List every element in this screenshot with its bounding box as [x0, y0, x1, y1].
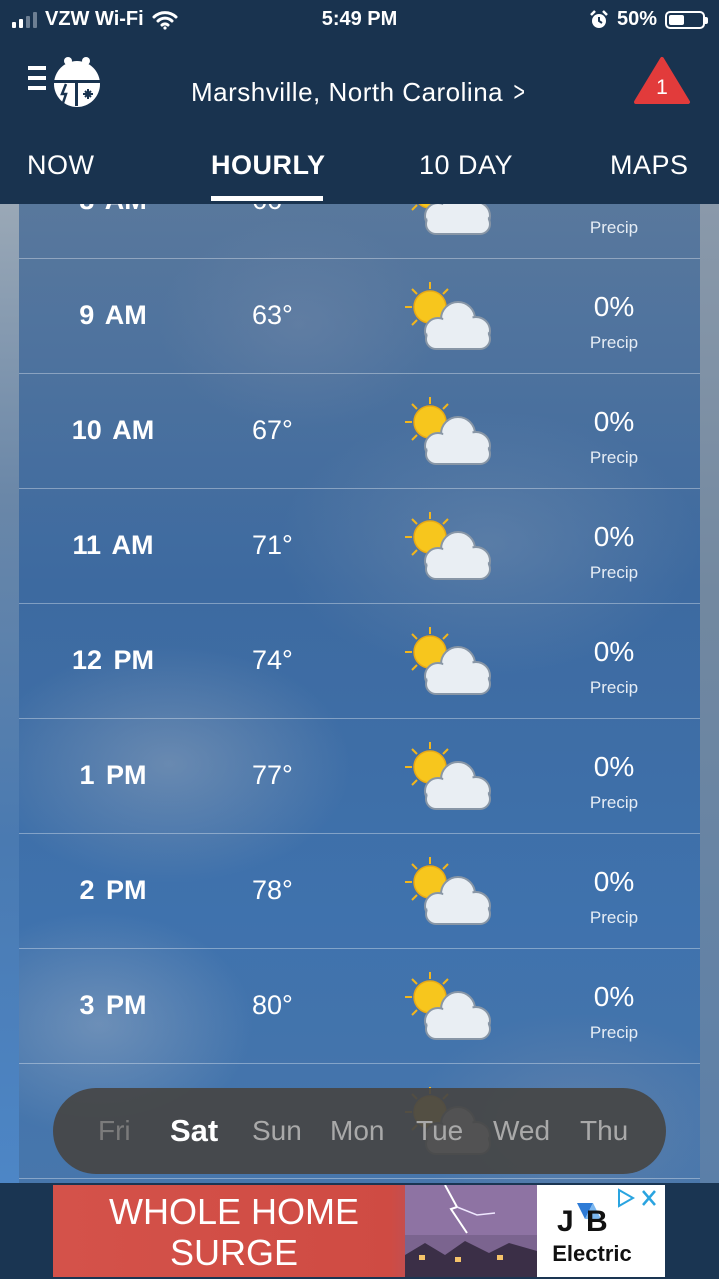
hour-precip-value: 0% [593, 291, 635, 322]
tab-bar: NOW HOURLY 10 DAY MAPS [0, 146, 719, 204]
partly-cloudy-icon [405, 742, 491, 810]
app-header: Marshville, North Carolina > 1 NOW HOURLY… [0, 40, 719, 204]
tab-now[interactable]: NOW [27, 150, 94, 181]
location-name: Marshville, North Carolina [191, 77, 504, 107]
active-tab-indicator [211, 196, 323, 201]
hour-time: 8 AM [29, 204, 197, 216]
hourly-list[interactable]: 8 AM 66° [19, 204, 700, 1183]
day-tue[interactable]: Tue [416, 1115, 463, 1147]
tab-maps[interactable]: MAPS [610, 150, 689, 181]
hour-time: 2 PM [79, 875, 147, 905]
hour-temperature: 63° [252, 300, 293, 330]
hourly-row[interactable]: 1 PM 77° 0% Precip [19, 719, 700, 834]
hour-precip-label: Precip [589, 333, 639, 352]
hourly-row[interactable]: 3 PM 80° 0% Precip [19, 949, 700, 1064]
day-wed[interactable]: Wed [493, 1115, 550, 1147]
hourly-row[interactable]: 9 AM 63° 0% Precip [19, 259, 700, 374]
hourly-row[interactable]: 2 PM 78° 0% Precip [19, 834, 700, 949]
hour-precip-value: 0% [593, 636, 635, 667]
ad-brand: J B [557, 1205, 610, 1238]
ad-headline-line1: WHOLE HOME [108, 1191, 359, 1232]
ad-company: Electric [552, 1241, 632, 1266]
day-sun[interactable]: Sun [252, 1115, 302, 1147]
hour-temperature: 66° [252, 204, 293, 216]
day-sat[interactable]: Sat [170, 1113, 218, 1149]
hourly-row[interactable]: 12 PM 74° 0% Precip [19, 604, 700, 719]
tab-10-day[interactable]: 10 DAY [419, 150, 513, 181]
chevron-right-icon: > [513, 76, 526, 107]
hour-precip-value: 0% [593, 406, 635, 437]
partly-cloudy-icon [405, 857, 491, 925]
hourly-row[interactable]: 8 AM 66° [19, 204, 700, 259]
ad-banner[interactable]: WHOLE HOME SURGE PROTECTION J B Electric [53, 1185, 665, 1277]
day-mon[interactable]: Mon [330, 1115, 384, 1147]
hour-temperature: 67° [252, 415, 293, 445]
hour-temperature: 77° [252, 760, 293, 790]
ad-logo: J B Electric [537, 1185, 665, 1277]
alarm-clock-icon [590, 9, 608, 28]
hour-temperature: 78° [252, 875, 293, 905]
hour-time: 10 AM [71, 415, 155, 445]
location-selector[interactable]: Marshville, North Carolina > [0, 76, 719, 108]
hour-precip-value: 0% [593, 866, 635, 897]
ad-area: WHOLE HOME SURGE PROTECTION J B Electric [0, 1183, 719, 1279]
partly-cloudy-icon [411, 204, 491, 235]
hour-temperature: 71° [252, 530, 293, 560]
hour-precip-label: Precip [589, 793, 639, 812]
partly-cloudy-icon [405, 512, 491, 580]
partly-cloudy-icon [405, 627, 491, 695]
ad-choices-icon[interactable] [613, 1187, 663, 1209]
hour-precip-value: 0% [593, 521, 635, 552]
partly-cloudy-icon [405, 972, 491, 1040]
hour-time: 1 PM [79, 760, 147, 790]
hour-time: 3 PM [79, 990, 147, 1020]
hour-temperature: 80° [252, 990, 293, 1020]
lightning-house-image [405, 1185, 537, 1277]
partly-cloudy-icon [405, 282, 491, 350]
hour-precip-label: Precip [589, 563, 639, 582]
battery-percent: 50% [616, 8, 657, 30]
hour-precip-label: Precip [589, 448, 639, 467]
ad-headline-line2: SURGE PROTECTION [116, 1232, 352, 1277]
hourly-row[interactable]: 11 AM 71° 0% Precip [19, 489, 700, 604]
day-fri[interactable]: Fri [98, 1115, 131, 1147]
day-selector: Fri Sat Sun Mon Tue Wed Thu [53, 1088, 666, 1174]
hour-precip-value: 0% [593, 981, 635, 1012]
hour-precip-value: 0% [574, 204, 654, 208]
partly-cloudy-icon [405, 397, 491, 465]
hour-temperature: 74° [252, 645, 293, 675]
hour-precip-value: 0% [593, 751, 635, 782]
alert-count: 1 [656, 76, 668, 99]
hour-precip-label: Precip [589, 218, 639, 237]
hour-time: 11 AM [72, 530, 154, 560]
hourly-content[interactable]: 8 AM 66° [0, 204, 719, 1183]
hour-time: 9 AM [79, 300, 147, 330]
hour-precip-label: Precip [589, 1023, 639, 1042]
hourly-row[interactable]: 10 AM 67° 0% Precip [19, 374, 700, 489]
hour-time: 12 PM [71, 645, 155, 675]
day-thu[interactable]: Thu [580, 1115, 628, 1147]
status-bar: VZW Wi-Fi 5:49 PM 50% [0, 0, 719, 40]
hour-precip-label: Precip [589, 908, 639, 927]
tab-hourly[interactable]: HOURLY [211, 150, 326, 181]
weather-alert-button[interactable]: 1 [633, 56, 691, 106]
hour-precip-label: Precip [589, 678, 639, 697]
battery-icon [665, 10, 708, 29]
